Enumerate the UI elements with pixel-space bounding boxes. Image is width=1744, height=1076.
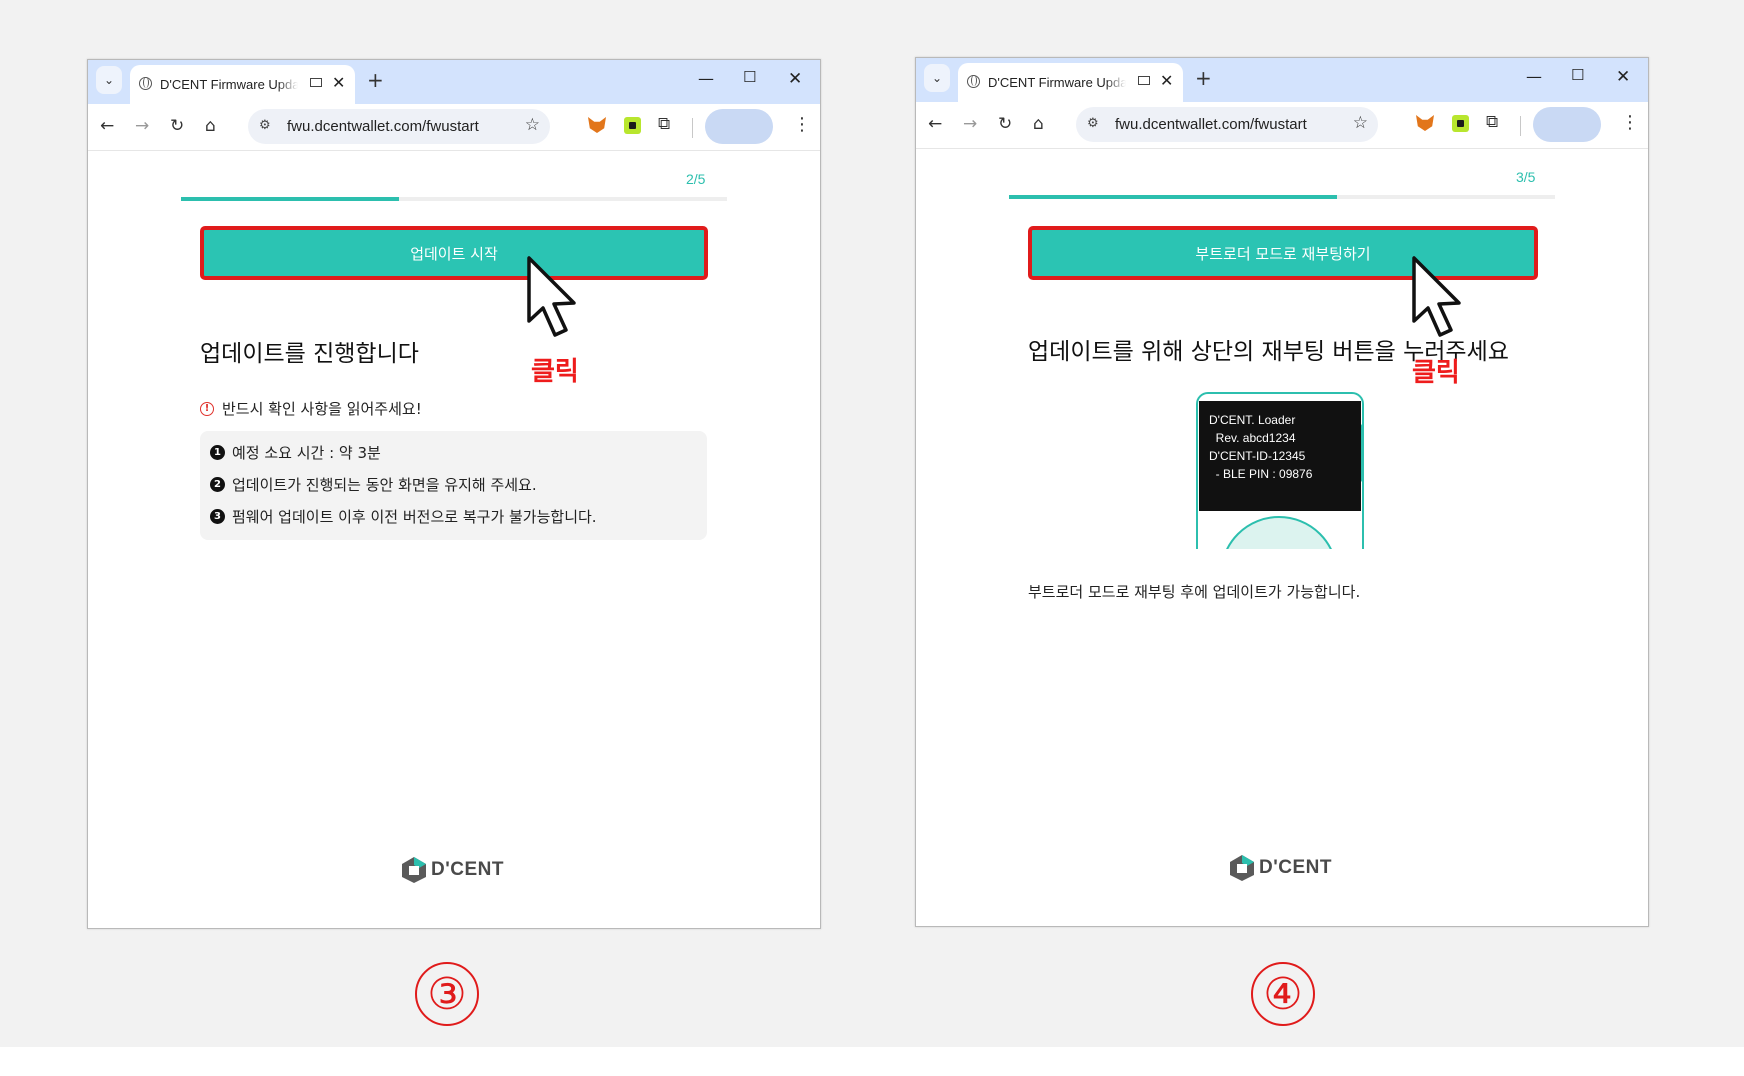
progress-bar	[181, 197, 727, 201]
notice-item: 1 예정 소요 시간 : 약 3분	[210, 442, 381, 463]
click-annotation: 클릭	[531, 357, 579, 387]
close-icon[interactable]: ✕	[332, 73, 345, 92]
back-icon[interactable]: ←	[928, 113, 942, 135]
extension-icon[interactable]	[1452, 115, 1469, 132]
device-screen-line: D'CENT-ID-12345	[1209, 449, 1306, 463]
browser-window-step3: ⌄ D'CENT Firmware Update ✕ + — ☐ ✕ ← → ↻…	[87, 59, 821, 929]
profile-avatar[interactable]	[705, 109, 773, 144]
number-badge: 1	[210, 445, 225, 460]
window-close-icon[interactable]: ✕	[1616, 67, 1630, 87]
browser-toolbar: ← → ↻ ⌂ ⚙ fwu.dcentwallet.com/fwustart ☆…	[916, 102, 1648, 149]
chevron-down-icon[interactable]: ⌄	[96, 66, 122, 94]
notice-item: 2 업데이트가 진행되는 동안 화면을 유지해 주세요.	[210, 474, 537, 495]
puzzle-icon[interactable]: ⧉	[658, 114, 670, 134]
start-update-button[interactable]: 업데이트 시작	[200, 226, 708, 280]
notice-item: 3 펌웨어 업데이트 이후 이전 버전으로 복구가 불가능합니다.	[210, 506, 597, 527]
reload-icon[interactable]: ↻	[998, 113, 1012, 135]
page-bottom-strip	[0, 1047, 1744, 1076]
progress-fill	[1009, 195, 1337, 199]
dcent-logo: D'CENT	[401, 856, 504, 884]
chevron-down-icon[interactable]: ⌄	[924, 64, 950, 92]
click-annotation: 클릭	[1412, 358, 1460, 388]
browser-tab[interactable]: D'CENT Firmware Update ✕	[958, 63, 1183, 102]
tab-strip: ⌄ D'CENT Firmware Update ✕ + — ☐ ✕	[916, 58, 1648, 102]
plus-icon[interactable]: +	[1195, 66, 1212, 90]
warning-icon: !	[200, 401, 214, 416]
star-icon[interactable]: ☆	[1353, 113, 1368, 133]
site-settings-icon[interactable]: ⚙	[259, 118, 271, 133]
star-icon[interactable]: ☆	[525, 115, 540, 135]
metamask-icon[interactable]	[1416, 115, 1434, 131]
warning-text: 반드시 확인 사항을 읽어주세요!	[222, 400, 422, 418]
logo-text: D'CENT	[431, 859, 504, 880]
device-illustration: D'CENT. Loader Rev. abcd1234 D'CENT-ID-1…	[1196, 392, 1364, 549]
page-heading: 업데이트를 진행합니다	[200, 341, 419, 367]
kebab-menu-icon[interactable]: ⋮	[793, 114, 811, 135]
home-icon[interactable]: ⌂	[1033, 113, 1044, 135]
device-side-button	[1361, 424, 1364, 482]
reboot-note: 부트로더 모드로 재부팅 후에 업데이트가 가능합니다.	[1028, 583, 1361, 601]
home-icon[interactable]: ⌂	[205, 115, 216, 137]
logo-text: D'CENT	[1259, 857, 1332, 878]
reload-icon[interactable]: ↻	[170, 115, 184, 137]
url-text: fwu.dcentwallet.com/fwustart	[287, 118, 479, 135]
device-screen-line: - BLE PIN : 09876	[1209, 467, 1313, 481]
mouse-cursor-icon	[527, 256, 576, 337]
puzzle-icon[interactable]: ⧉	[1486, 112, 1498, 132]
dcent-logo-icon	[402, 857, 426, 883]
kebab-menu-icon[interactable]: ⋮	[1621, 112, 1639, 133]
notice-text: 펌웨어 업데이트 이후 이전 버전으로 복구가 불가능합니다.	[232, 508, 597, 526]
number-badge: 3	[210, 509, 225, 524]
notice-text: 업데이트가 진행되는 동안 화면을 유지해 주세요.	[232, 476, 537, 494]
toolbar-divider	[692, 118, 693, 138]
extension-icon[interactable]	[624, 117, 641, 134]
mouse-cursor-icon	[1412, 256, 1461, 337]
media-icon	[310, 78, 322, 87]
step-indicator: 3/5	[1516, 169, 1536, 185]
toolbar-divider	[1520, 116, 1521, 136]
step-marker-3: ③	[415, 962, 479, 1026]
step-indicator: 2/5	[686, 171, 706, 187]
progress-bar	[1009, 195, 1555, 199]
address-bar[interactable]: ⚙ fwu.dcentwallet.com/fwustart ☆	[1076, 107, 1378, 142]
tab-title: D'CENT Firmware Update	[160, 77, 298, 92]
url-text: fwu.dcentwallet.com/fwustart	[1115, 116, 1307, 133]
device-screen-line: D'CENT. Loader	[1209, 413, 1296, 427]
page-content: 2/5 업데이트 시작 업데이트를 진행합니다 클릭 ! 반드시 확인 사항을 …	[88, 151, 820, 928]
plus-icon[interactable]: +	[367, 68, 384, 92]
tab-strip: ⌄ D'CENT Firmware Update ✕ + — ☐ ✕	[88, 60, 820, 104]
notice-box: 1 예정 소요 시간 : 약 3분 2 업데이트가 진행되는 동안 화면을 유지…	[200, 431, 707, 540]
number-badge: 2	[210, 477, 225, 492]
close-icon[interactable]: ✕	[1160, 71, 1173, 90]
forward-icon[interactable]: →	[963, 113, 977, 135]
step-marker-4: ④	[1251, 962, 1315, 1026]
page-content: 3/5 부트로더 모드로 재부팅하기 업데이트를 위해 상단의 재부팅 버튼을 …	[916, 149, 1648, 926]
tab-title: D'CENT Firmware Update	[988, 75, 1126, 90]
notice-text: 예정 소요 시간 : 약 3분	[232, 444, 381, 462]
metamask-icon[interactable]	[588, 117, 606, 133]
media-icon	[1138, 76, 1150, 85]
browser-toolbar: ← → ↻ ⌂ ⚙ fwu.dcentwallet.com/fwustart ☆…	[88, 104, 820, 151]
back-icon[interactable]: ←	[100, 115, 114, 137]
browser-window-step4: ⌄ D'CENT Firmware Update ✕ + — ☐ ✕ ← → ↻…	[915, 57, 1649, 927]
address-bar[interactable]: ⚙ fwu.dcentwallet.com/fwustart ☆	[248, 109, 550, 144]
globe-icon	[967, 75, 980, 88]
browser-tab[interactable]: D'CENT Firmware Update ✕	[130, 65, 355, 104]
profile-avatar[interactable]	[1533, 107, 1601, 142]
window-close-icon[interactable]: ✕	[788, 69, 802, 89]
site-settings-icon[interactable]: ⚙	[1087, 116, 1099, 131]
maximize-icon[interactable]: ☐	[743, 68, 756, 86]
dcent-logo-icon	[1230, 855, 1254, 881]
minimize-icon[interactable]: —	[698, 69, 714, 88]
globe-icon	[139, 77, 152, 90]
minimize-icon[interactable]: —	[1526, 67, 1542, 86]
forward-icon[interactable]: →	[135, 115, 149, 137]
device-screen-line: Rev. abcd1234	[1209, 431, 1296, 445]
dcent-logo: D'CENT	[1229, 854, 1332, 882]
progress-fill	[181, 197, 400, 201]
device-screen: D'CENT. Loader Rev. abcd1234 D'CENT-ID-1…	[1199, 401, 1361, 511]
maximize-icon[interactable]: ☐	[1571, 66, 1584, 84]
warning-line: ! 반드시 확인 사항을 읽어주세요!	[200, 398, 422, 419]
